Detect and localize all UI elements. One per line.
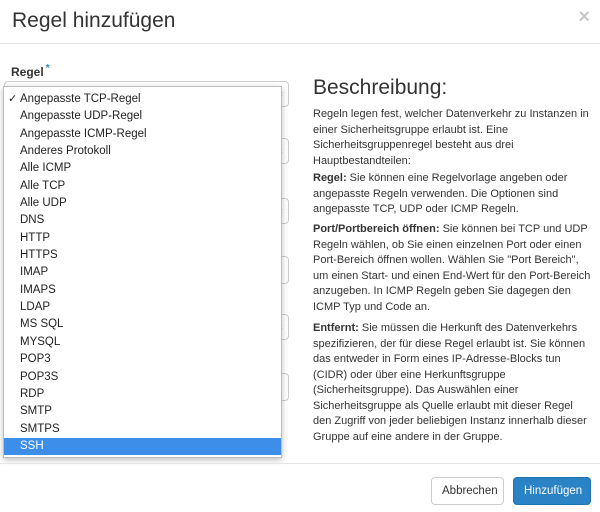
- rule-option[interactable]: SMTP: [4, 403, 281, 420]
- rule-option[interactable]: POP3S: [4, 369, 281, 386]
- required-marker: *: [45, 63, 50, 74]
- rule-option[interactable]: Alle TCP: [4, 178, 281, 195]
- submit-button[interactable]: Hinzufügen: [513, 477, 591, 505]
- rule-option[interactable]: LDAP: [4, 299, 281, 316]
- rule-option[interactable]: IMAPS: [4, 282, 281, 299]
- description-title: Beschreibung:: [313, 76, 448, 99]
- modal-title: Regel hinzufügen: [12, 9, 176, 32]
- description-rule-text: Sie können eine Regelvorlage angeben ode…: [313, 172, 568, 215]
- rule-option[interactable]: RDP: [4, 386, 281, 403]
- rule-option[interactable]: MYSQL: [4, 334, 281, 351]
- rule-option[interactable]: IMAP: [4, 264, 281, 281]
- rule-label-text: Regel: [11, 65, 44, 79]
- rule-dropdown-list[interactable]: Angepasste TCP-Regel Angepasste UDP-Rege…: [3, 86, 282, 458]
- description-remote: Entfernt: Sie müssen die Herkunft des Da…: [313, 321, 593, 445]
- description-remote-text: Sie müssen die Herkunft des Datenverkehr…: [313, 322, 587, 443]
- description-port-text: Sie können bei TCP und UDP Regeln wählen…: [313, 223, 591, 313]
- description-rule-term: Regel:: [313, 172, 347, 184]
- close-icon[interactable]: ×: [578, 7, 590, 27]
- description-rule: Regel: Sie können eine Regelvorlage ange…: [313, 171, 593, 218]
- rule-option[interactable]: DNS: [4, 212, 281, 229]
- modal-footer: Abbrechen Hinzufügen: [0, 463, 600, 512]
- rule-option[interactable]: POP3: [4, 351, 281, 368]
- rule-option[interactable]: Anderes Protokoll: [4, 143, 281, 160]
- rule-option[interactable]: Alle ICMP: [4, 160, 281, 177]
- rule-option[interactable]: Angepasste TCP-Regel: [4, 91, 281, 108]
- rule-label: Regel *: [11, 63, 50, 79]
- rule-option[interactable]: Alle UDP: [4, 195, 281, 212]
- description-port: Port/Portbereich öffnen: Sie können bei …: [313, 222, 593, 315]
- description-remote-term: Entfernt:: [313, 322, 359, 334]
- description-intro: Regeln legen fest, welcher Datenverkehr …: [313, 108, 589, 167]
- rule-option[interactable]: HTTPS: [4, 247, 281, 264]
- rule-option[interactable]: MS SQL: [4, 316, 281, 333]
- rule-option[interactable]: Angepasste ICMP-Regel: [4, 126, 281, 143]
- rule-option[interactable]: HTTP: [4, 230, 281, 247]
- rule-option-highlighted[interactable]: SSH: [4, 437, 281, 456]
- description-port-term: Port/Portbereich öffnen:: [313, 223, 440, 235]
- rule-option[interactable]: SMTPS: [4, 421, 281, 438]
- cancel-button[interactable]: Abbrechen: [431, 477, 504, 505]
- modal-header: Regel hinzufügen ×: [0, 0, 600, 44]
- rule-option[interactable]: Angepasste UDP-Regel: [4, 108, 281, 125]
